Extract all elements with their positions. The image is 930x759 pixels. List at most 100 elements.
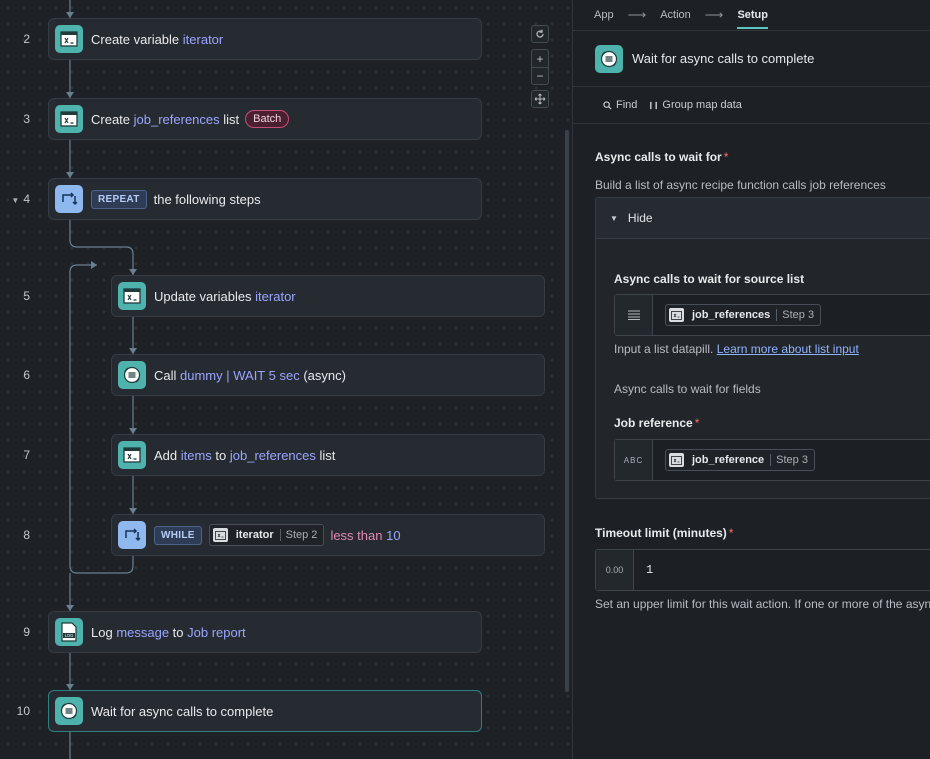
canvas-scrollbar[interactable]: [565, 130, 569, 692]
step-text-segment: to: [211, 447, 230, 463]
step-text: Wait for async calls to complete: [91, 704, 273, 719]
arrow-right-icon: ⟶: [704, 7, 724, 22]
step-number-text: 2: [23, 32, 30, 46]
list-icon: [615, 295, 653, 335]
recipe-canvas[interactable]: 2 Create variable iterator 3 Create job_ref…: [0, 0, 572, 759]
step-token[interactable]: dummy | WAIT 5 sec: [180, 368, 300, 383]
step-number-text: 6: [23, 368, 30, 382]
learn-more-link[interactable]: Learn more about list input: [717, 342, 859, 356]
step-token[interactable]: job_references: [230, 448, 316, 463]
zoom-out-button[interactable]: −: [531, 67, 549, 85]
fit-view-button[interactable]: [531, 90, 549, 108]
async-call-icon: [55, 697, 83, 725]
step-number-text: 7: [23, 448, 30, 462]
step-text: Log message to Job report: [91, 625, 246, 640]
step-text-segment: list: [315, 447, 336, 463]
reset-view-button[interactable]: [531, 25, 549, 43]
step-text-segment: Create: [91, 111, 134, 127]
step-token[interactable]: message: [116, 625, 169, 640]
recipe-step[interactable]: Update variables iterator: [111, 275, 545, 317]
step-token[interactable]: job_references: [134, 112, 220, 127]
step-text-segment: Log: [91, 624, 117, 640]
step-number-text: 10: [16, 704, 30, 718]
recipe-step[interactable]: Add items to job_references list: [111, 434, 545, 476]
step-number: 8: [0, 528, 30, 542]
step-number-text: 9: [23, 625, 30, 639]
number-type-tag: 0.00: [596, 550, 634, 590]
hide-toggle[interactable]: ▼ Hide: [596, 198, 930, 239]
caret-down-icon: ▼: [610, 213, 618, 223]
job-reference-input[interactable]: ABC job_reference Step 3: [614, 439, 930, 481]
step-text-segment: the following steps: [153, 191, 261, 207]
step-text: less than 10: [330, 528, 400, 543]
step-token[interactable]: iterator: [183, 32, 223, 47]
variable-icon: [669, 453, 684, 467]
step-config-panel: App ⟶ Action ⟶ Setup Wait for async call…: [572, 0, 930, 759]
job-reference-pill[interactable]: job_reference Step 3: [665, 449, 815, 471]
crumb-app[interactable]: App: [594, 9, 614, 21]
timeout-label: Timeout limit (minutes) *: [595, 526, 734, 540]
log-icon: LOG: [55, 618, 83, 646]
step-token[interactable]: items: [181, 448, 212, 463]
move-icon: [534, 93, 546, 105]
recipe-step[interactable]: LOG Log message to Job report: [48, 611, 482, 653]
arrow-right-icon: [91, 261, 97, 269]
panel-title: Wait for async calls to complete: [632, 51, 815, 66]
crumb-setup[interactable]: Setup: [737, 1, 768, 29]
step-number: 5: [0, 289, 30, 303]
search-icon: [603, 100, 612, 110]
step-token[interactable]: iterator: [255, 289, 295, 304]
step-text-segment: Wait for async calls to complete: [91, 703, 274, 719]
recipe-step[interactable]: Create variable iterator: [48, 18, 482, 60]
recipe-step[interactable]: Create job_references list Batch: [48, 98, 482, 140]
async-calls-label: Async calls to wait for *: [595, 150, 729, 164]
recipe-step[interactable]: WHILE iterator Step 2 less than 10: [111, 514, 545, 556]
step-keyword: WHILE: [154, 525, 202, 545]
step-text: Create job_references list: [91, 112, 239, 127]
refresh-icon: [536, 29, 544, 38]
breadcrumb: App ⟶ Action ⟶ Setup: [573, 0, 930, 31]
pill-name: iterator: [235, 529, 274, 541]
step-number: 6: [0, 368, 30, 382]
step-number: ▼ 4: [0, 192, 30, 206]
step-keyword: REPEAT: [91, 189, 147, 209]
async-calls-hint: Build a list of async recipe function ca…: [595, 178, 886, 192]
job-references-pill[interactable]: job_references Step 3: [665, 304, 822, 326]
fields-label: Async calls to wait for fields: [614, 382, 761, 396]
step-number-text: 5: [23, 289, 30, 303]
step-token[interactable]: less than: [330, 528, 386, 543]
step-token[interactable]: 10: [386, 528, 400, 543]
step-number-text: 3: [23, 112, 30, 126]
hide-label: Hide: [627, 211, 653, 225]
step-text: the following steps: [154, 192, 261, 207]
source-list-input[interactable]: job_references Step 3: [614, 294, 930, 336]
variable-icon: [212, 528, 228, 542]
async-call-icon: [595, 44, 623, 73]
pill-step: Step 3: [776, 309, 814, 321]
recipe-step[interactable]: REPEAT the following steps: [48, 178, 482, 220]
group-map-data-button[interactable]: Group map data: [649, 99, 742, 111]
variable-icon: [118, 441, 146, 469]
timeout-hint: Set an upper limit for this wait action.…: [595, 597, 930, 611]
step-text-segment: (async): [299, 367, 346, 383]
source-list-hint: Input a list datapill. Learn more about …: [614, 342, 859, 356]
recipe-step[interactable]: Wait for async calls to complete: [48, 690, 482, 732]
timeout-input[interactable]: 0.00 1: [595, 549, 930, 591]
text-type-tag: ABC: [615, 440, 653, 480]
find-button[interactable]: Find: [603, 99, 637, 111]
batch-badge: Batch: [245, 110, 290, 128]
step-text: Create variable iterator: [91, 32, 223, 47]
step-token[interactable]: Job report: [187, 625, 246, 640]
crumb-action[interactable]: Action: [660, 9, 691, 21]
connector-line: [69, 220, 134, 275]
step-number: 3: [0, 112, 30, 126]
datapill[interactable]: iterator Step 2: [208, 524, 325, 546]
collapse-caret-icon[interactable]: ▼: [11, 196, 19, 205]
zoom-in-button[interactable]: +: [531, 49, 549, 67]
async-call-icon: [118, 361, 146, 389]
recipe-step[interactable]: Call dummy | WAIT 5 sec (async): [111, 354, 545, 396]
panel-toolbar: Find Group map data: [573, 87, 930, 124]
step-number-text: 4: [23, 192, 30, 206]
step-text-segment: Add: [154, 447, 181, 463]
arrow-right-icon: ⟶: [627, 7, 647, 22]
